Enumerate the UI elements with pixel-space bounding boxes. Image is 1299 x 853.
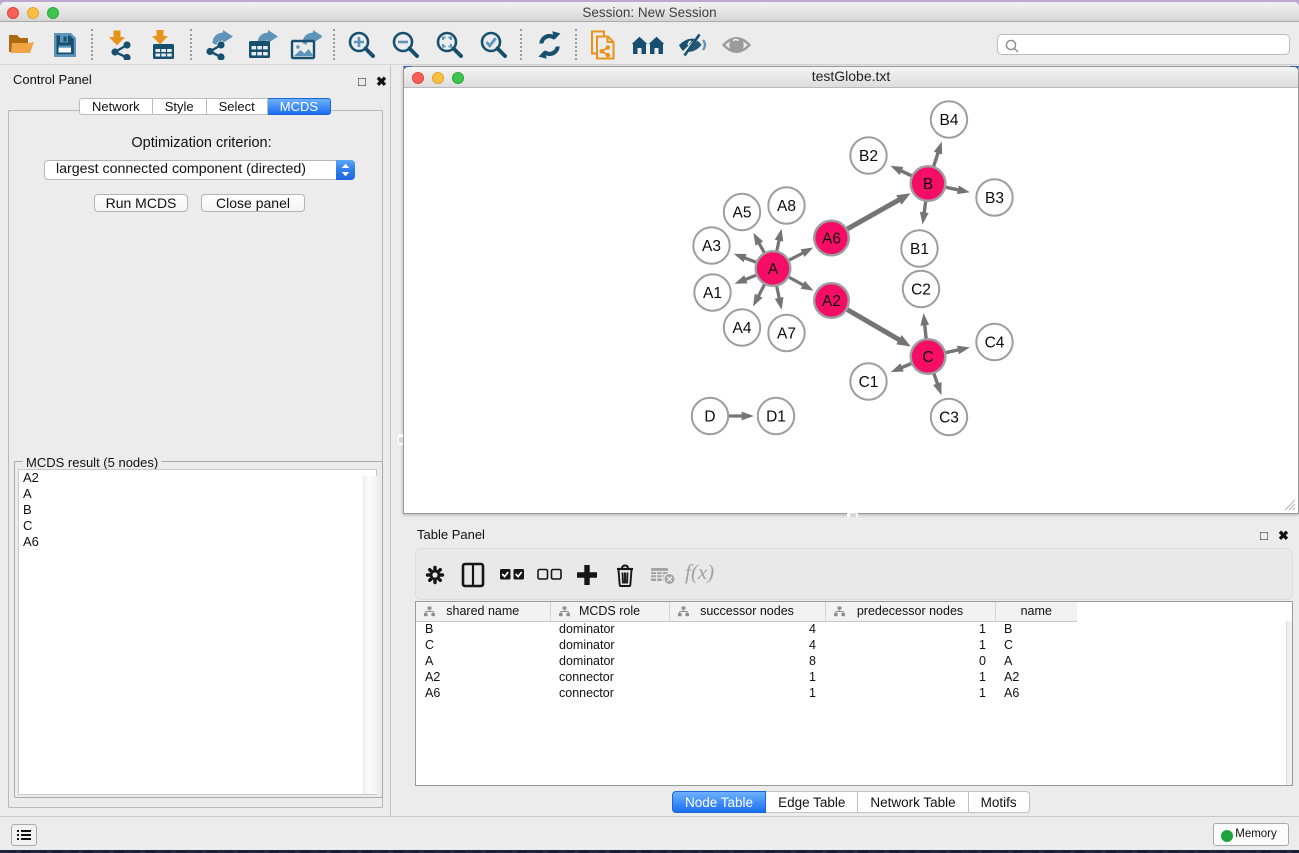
svg-text:A3: A3: [702, 238, 721, 255]
svg-text:C4: C4: [985, 335, 1005, 352]
svg-text:B2: B2: [859, 148, 878, 165]
svg-text:A6: A6: [822, 231, 841, 248]
svg-text:A1: A1: [703, 285, 722, 302]
svg-text:B3: B3: [985, 190, 1004, 207]
svg-text:C1: C1: [859, 374, 879, 391]
svg-text:D: D: [704, 409, 715, 426]
svg-text:B1: B1: [910, 241, 929, 258]
svg-text:A8: A8: [777, 198, 796, 215]
svg-text:A4: A4: [733, 320, 752, 337]
svg-text:D1: D1: [766, 409, 786, 426]
svg-text:C3: C3: [939, 410, 959, 427]
svg-text:C: C: [922, 349, 933, 366]
svg-text:A5: A5: [733, 205, 752, 222]
svg-text:C2: C2: [911, 282, 931, 299]
svg-text:B4: B4: [940, 112, 959, 129]
svg-text:A7: A7: [777, 326, 796, 343]
svg-text:B: B: [923, 176, 933, 193]
svg-text:A2: A2: [822, 293, 841, 310]
svg-text:A: A: [768, 261, 779, 278]
